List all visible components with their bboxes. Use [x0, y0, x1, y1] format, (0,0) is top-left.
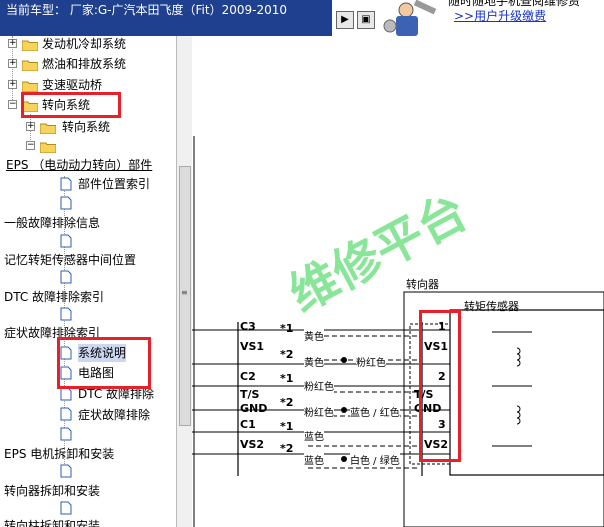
- document-icon: [60, 307, 72, 321]
- highlight-connector-pins: [419, 310, 461, 462]
- forward-button[interactable]: ▶: [336, 11, 354, 29]
- model-value: 厂家:G-广汽本田飞度（Fit）2009-2010: [69, 3, 287, 17]
- wiring-diagram: 维修平台 转向器 转矩传感器 C3 VS1 C2 T/S GND C1 VS2 …: [192, 36, 604, 527]
- note-star: *2: [280, 442, 294, 455]
- tree-item-eps-components[interactable]: EPS （电动动力转向）部件: [6, 156, 152, 174]
- wire-color-label: 粉红色: [304, 378, 334, 393]
- tree-item-symptom-troubleshooting[interactable]: 症状故障排除: [78, 406, 150, 424]
- expand-icon[interactable]: +: [8, 39, 17, 48]
- header-bar: 当前车型： 厂家:G-广汽本田飞度（Fit）2009-2010 ▶ ▣ 随时随地…: [0, 0, 604, 36]
- collapse-icon[interactable]: −: [26, 141, 35, 150]
- pin-vs1: VS1: [240, 340, 265, 353]
- document-icon: [60, 407, 72, 421]
- window-button[interactable]: ▣: [357, 11, 375, 29]
- tree-item-steering-column[interactable]: 转向柱拆卸和安装: [4, 517, 100, 527]
- document-icon: [60, 387, 72, 401]
- wire-color-label: 黄色: [304, 354, 324, 369]
- note-star: *1: [280, 372, 294, 385]
- tree-item-component-index[interactable]: 部件位置索引: [78, 175, 150, 193]
- open-folder-icon: [40, 142, 56, 153]
- upgrade-text: 随时随地手机查阅维修资: [448, 0, 581, 8]
- note-star: *1: [280, 322, 294, 335]
- document-icon: [60, 427, 72, 441]
- torque-sensor-label: 转矩传感器: [464, 300, 519, 313]
- model-label: 当前车型：: [6, 3, 67, 17]
- wire-color-label: 粉红色: [356, 354, 386, 369]
- tree-item-steering-gear-removal[interactable]: 转向器拆卸和安装: [4, 482, 100, 500]
- tree-item-engine-cooling[interactable]: 发动机冷却系统: [42, 36, 126, 53]
- tree-item-general-troubleshooting[interactable]: 一般故障排除信息: [4, 214, 100, 232]
- tree-item-dtc-index[interactable]: DTC 故障排除索引: [4, 288, 104, 306]
- document-icon: [60, 501, 72, 515]
- upgrade-panel: 随时随地手机查阅维修资 >>用户升级缴费: [448, 0, 604, 36]
- highlight-circuit-entries: [57, 337, 151, 389]
- pin-c1: C1: [240, 418, 256, 431]
- document-icon: [60, 270, 72, 284]
- wire-color-label: 蓝色: [304, 452, 324, 467]
- document-icon: [60, 464, 72, 478]
- mechanic-icon: [376, 0, 446, 36]
- folder-icon: [22, 81, 38, 92]
- folder-icon: [22, 40, 38, 51]
- expand-icon[interactable]: +: [26, 122, 35, 131]
- wire-color-label: 粉红色: [304, 404, 334, 419]
- steering-gear-label: 转向器: [406, 278, 439, 291]
- document-icon: [60, 196, 72, 210]
- tree-scrollbar[interactable]: ≡: [176, 36, 192, 527]
- note-star: *2: [280, 396, 294, 409]
- pin-c3: C3: [240, 320, 256, 333]
- note-star: *1: [280, 420, 294, 433]
- highlight-steering-system: [21, 92, 121, 118]
- current-model-bar: 当前车型： 厂家:G-广汽本田飞度（Fit）2009-2010: [0, 0, 332, 36]
- splitter-grip-icon[interactable]: ≡: [181, 288, 188, 297]
- tree-item-torque-sensor-memory[interactable]: 记忆转矩传感器中间位置: [4, 251, 136, 269]
- wire-color-label: 白色 / 绿色: [350, 452, 400, 467]
- pin-gnd: GND: [240, 402, 268, 415]
- expand-icon[interactable]: +: [8, 59, 17, 68]
- document-icon: [60, 234, 72, 248]
- folder-icon: [22, 60, 38, 71]
- upgrade-link[interactable]: >>用户升级缴费: [448, 9, 604, 24]
- pin-c2: C2: [240, 370, 256, 383]
- folder-icon: [40, 123, 56, 134]
- collapse-icon[interactable]: −: [8, 100, 17, 109]
- expand-icon[interactable]: +: [8, 80, 17, 89]
- pin-ts: T/S: [240, 388, 260, 401]
- pin-vs2: VS2: [240, 438, 265, 451]
- wire-color-label: 蓝色 / 红色: [350, 404, 400, 419]
- wire-color-label: 黄色: [304, 328, 324, 343]
- tree-item-fuel-emission[interactable]: 燃油和排放系统: [42, 55, 126, 73]
- document-icon: [60, 177, 72, 191]
- wire-color-label: 蓝色: [304, 428, 324, 443]
- tree-item-steering-subsystem[interactable]: 转向系统: [62, 118, 110, 136]
- note-star: *2: [280, 348, 294, 361]
- tree-item-eps-motor[interactable]: EPS 电机拆卸和安装: [4, 445, 114, 463]
